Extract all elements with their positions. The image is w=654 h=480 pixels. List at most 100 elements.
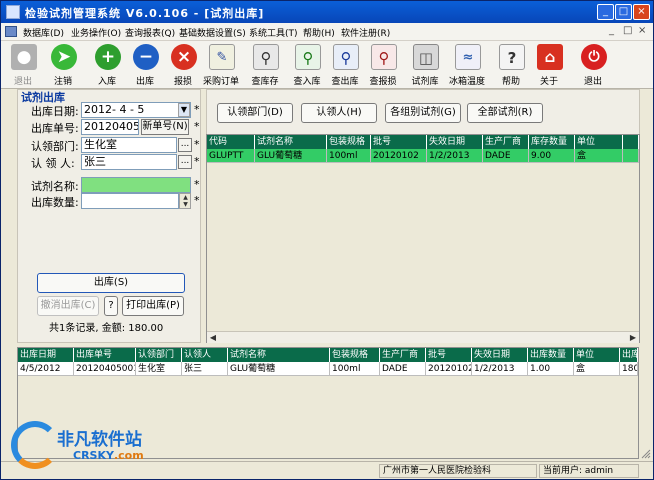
cell-out-batch[interactable]: 20120102 (426, 362, 472, 376)
cell-out-pack[interactable]: 100ml (330, 362, 380, 376)
toolbar-exit-button[interactable]: ⏻ 退出 (573, 42, 613, 88)
toolbar-fridge-temp-button[interactable]: ≈ 冰箱温度 (447, 42, 487, 88)
maximize-button[interactable]: □ (615, 4, 632, 20)
col-out-order[interactable]: 出库单号 (74, 348, 136, 362)
mdi-restore[interactable]: □ (623, 25, 632, 36)
col-manufacturer[interactable]: 生产厂商 (483, 135, 529, 149)
toolbar-signout-button[interactable]: ➤ 注销 (43, 42, 83, 88)
col-out-qty[interactable]: 出库数量 (528, 348, 574, 362)
col-pack-spec[interactable]: 包装规格 (327, 135, 371, 149)
menu-operations[interactable]: 业务操作(O) (71, 26, 121, 39)
col-unit[interactable]: 单位 (575, 135, 623, 149)
help-small-button[interactable]: ? (104, 296, 118, 316)
col-stock-qty[interactable]: 库存数量 (529, 135, 575, 149)
scroll-right-icon[interactable]: ▶ (627, 332, 639, 343)
toolbar-order-button[interactable]: ✎ 采购订单 (201, 42, 241, 88)
filter-dept-button[interactable]: 认领部门(D) (217, 103, 293, 123)
scroll-left-icon[interactable]: ◀ (207, 332, 219, 343)
col-out-batch[interactable]: 批号 (426, 348, 472, 362)
cell-out-date[interactable]: 4/5/2012 (18, 362, 74, 376)
app-icon (6, 5, 20, 19)
cell-pack-spec[interactable]: 100ml (327, 149, 371, 163)
order-number-field[interactable]: 20120405001 (81, 119, 139, 135)
minimize-button[interactable]: _ (597, 4, 614, 20)
col-out-unit[interactable]: 单位 (574, 348, 620, 362)
person-browse-button[interactable]: ... (178, 155, 192, 169)
cell-out-extra[interactable]: 180 (620, 362, 638, 376)
cell-code[interactable]: GLUPTT (207, 149, 255, 163)
col-out-date[interactable]: 出库日期 (18, 348, 74, 362)
magnifier-icon: ⚲ (253, 44, 279, 70)
issue-button[interactable]: 出库(S) (37, 273, 185, 293)
toolbar-about-button[interactable]: ⌂ 关于 (529, 42, 569, 88)
dept-browse-button[interactable]: ... (178, 138, 192, 152)
cell-out-qty[interactable]: 1.00 (528, 362, 574, 376)
resize-grip-icon[interactable] (641, 449, 651, 459)
toolbar-query-loss-button[interactable]: ⚲ 查报损 (363, 42, 403, 88)
col-expiry[interactable]: 失效日期 (427, 135, 483, 149)
cell-unit[interactable]: 盒 (575, 149, 623, 163)
cell-out-person[interactable]: 张三 (182, 362, 228, 376)
menu-database[interactable]: 数据库(D) (23, 26, 64, 39)
menu-tools[interactable]: 系统工具(T) (249, 26, 298, 39)
col-out-extra[interactable]: 出库 (620, 348, 638, 362)
filter-person-button[interactable]: 认领人(H) (301, 103, 377, 123)
cell-out-dept[interactable]: 生化室 (136, 362, 182, 376)
date-dropdown-icon[interactable]: ▼ (178, 103, 190, 117)
col-extra (623, 135, 639, 149)
mdi-minimize[interactable]: _ (609, 25, 614, 36)
cell-batch[interactable]: 20120102 (371, 149, 427, 163)
reagent-name-field[interactable] (81, 177, 191, 193)
cell-stock-qty[interactable]: 9.00 (529, 149, 575, 163)
col-out-dept[interactable]: 认领部门 (136, 348, 182, 362)
title-bar[interactable]: 检验试剂管理系统 V6.0.106 - [试剂出库] _ □ × (1, 1, 653, 23)
status-current-user: 当前用户: admin (539, 464, 639, 478)
menu-register[interactable]: 软件注册(R) (341, 26, 390, 39)
chart-icon: ≈ (455, 44, 481, 70)
person-label: 认 领 人: (31, 157, 75, 170)
cell-out-order[interactable]: 20120405001 (74, 362, 136, 376)
watermark-cn-text: 非凡软件站 (57, 430, 142, 450)
date-picker[interactable]: 2012- 4 - 5 (81, 102, 191, 118)
cell-manufacturer[interactable]: DADE (483, 149, 529, 163)
col-out-manufacturer[interactable]: 生产厂商 (380, 348, 426, 362)
cell-out-unit[interactable]: 盒 (574, 362, 620, 376)
quantity-stepper[interactable]: ▲ ▼ (179, 193, 191, 209)
mdi-doc-icon[interactable] (5, 26, 17, 37)
order-label: 出库单号: (31, 122, 79, 135)
cell-extra (623, 149, 639, 163)
cell-out-expiry[interactable]: 1/2/2013 (472, 362, 528, 376)
dept-field[interactable]: 生化室 (81, 137, 177, 153)
menu-basic-settings[interactable]: 基础数据设置(S) (179, 26, 246, 39)
stock-table[interactable]: 代码 试剂名称 包装规格 批号 失效日期 生产厂商 库存数量 单位 GLUPTT… (206, 134, 640, 343)
menu-reports[interactable]: 查询报表(Q) (125, 26, 175, 39)
stepper-down-icon[interactable]: ▼ (181, 202, 190, 208)
stock-table-hscroll[interactable]: ◀ ▶ (207, 331, 639, 343)
col-out-person[interactable]: 认领人 (182, 348, 228, 362)
mdi-close[interactable]: × (638, 25, 646, 36)
col-reagent-name[interactable]: 试剂名称 (255, 135, 327, 149)
col-batch[interactable]: 批号 (371, 135, 427, 149)
person-field[interactable]: 张三 (81, 154, 177, 170)
cell-out-manufacturer[interactable]: DADE (380, 362, 426, 376)
cancel-issue-button[interactable]: 撤消出库(C) (37, 296, 99, 316)
col-out-reagent[interactable]: 试剂名称 (228, 348, 330, 362)
date-label: 出库日期: (31, 105, 79, 118)
menu-help[interactable]: 帮助(H) (303, 26, 335, 39)
filter-all-button[interactable]: 全部试剂(R) (467, 103, 543, 123)
main-window: 检验试剂管理系统 V6.0.106 - [试剂出库] _ □ × 数据库(D) … (0, 0, 654, 480)
cell-expiry[interactable]: 1/2/2013 (427, 149, 483, 163)
cell-reagent-name[interactable]: GLU葡萄糖 (255, 149, 327, 163)
status-organization: 广州市第一人民医院检验科 (379, 464, 537, 478)
filter-group-button[interactable]: 各组别试剂(G) (385, 103, 461, 123)
quantity-field[interactable] (81, 193, 179, 209)
toolbar-reagent-db-button[interactable]: ◫ 试剂库 (405, 42, 445, 88)
col-code[interactable]: 代码 (207, 135, 255, 149)
col-out-expiry[interactable]: 失效日期 (472, 348, 528, 362)
toolbar-query-stock-button[interactable]: ⚲ 查库存 (245, 42, 285, 88)
new-order-button[interactable]: 新单号(N) (141, 119, 189, 135)
col-out-pack[interactable]: 包装规格 (330, 348, 380, 362)
cell-out-reagent[interactable]: GLU葡萄糖 (228, 362, 330, 376)
print-issue-button[interactable]: 打印出库(P) (122, 296, 184, 316)
close-button[interactable]: × (633, 4, 650, 20)
